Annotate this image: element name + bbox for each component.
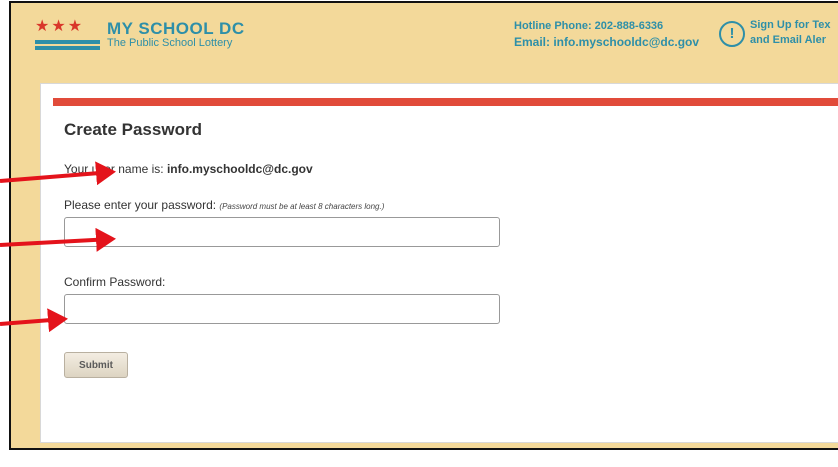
annotation-arrows (0, 161, 116, 333)
red-arrow-icon (0, 308, 68, 333)
red-arrow-icon (0, 161, 116, 186)
red-arrow-icon (0, 227, 116, 252)
